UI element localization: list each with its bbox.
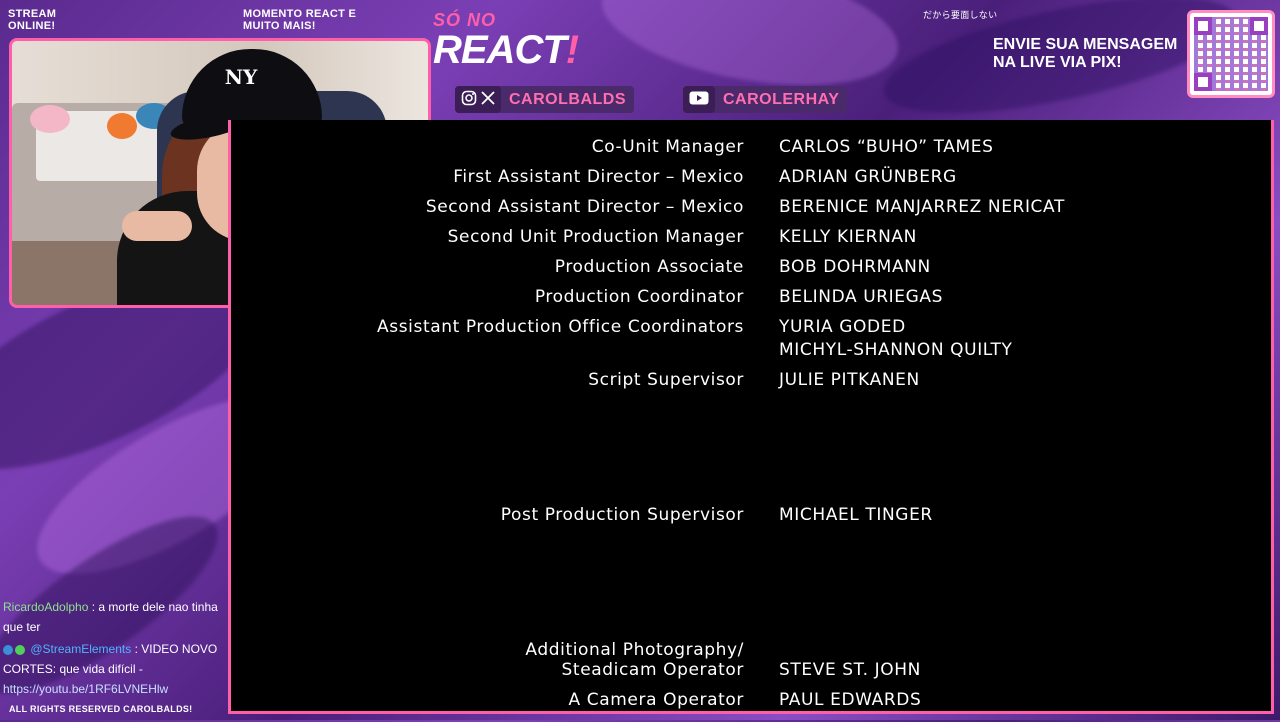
movie-credits-screen: Co-Unit Manager CARLOS “BUHO” TAMES Firs… — [228, 120, 1274, 714]
credit-role: Post Production Supervisor — [500, 505, 744, 525]
credit-name: BELINDA URIEGAS — [779, 287, 944, 307]
handle-label: CAROLBALDS — [509, 90, 626, 108]
instagram-icon — [461, 90, 477, 109]
credit-name: STEVE ST. JOHN — [779, 660, 921, 680]
credit-role: Production Coordinator — [534, 287, 744, 307]
chat-message: @StreamElements : VIDEO NOVO CORTES: que… — [3, 639, 218, 699]
pix-qr-code — [1187, 10, 1275, 98]
broadcaster-badge-icon — [3, 644, 13, 655]
chat-overlay: RicardoAdolpho : a morte dele nao tinha … — [3, 597, 218, 699]
logo-top-accent: NO — [467, 10, 497, 30]
tagline-label: MOMENTO REACT E MUITO MAIS! — [243, 8, 357, 32]
plush-toy — [107, 113, 137, 139]
logo-top-text: SÓ — [433, 10, 462, 30]
verified-badge-icon — [15, 644, 25, 655]
chat-link[interactable]: https://youtu.be/1RF6LVNEHlw — [3, 679, 218, 699]
pix-message: ENVIE SUA MENSAGEM NA LIVE VIA PIX! — [993, 36, 1178, 71]
credit-name: MICHAEL TINGER — [779, 505, 933, 525]
show-logo: SÓ NO REACT! — [433, 10, 579, 72]
x-icon — [481, 91, 495, 108]
credit-role: Additional Photography/ — [525, 640, 744, 660]
credit-role: Assistant Production Office Coordinators — [377, 317, 744, 337]
credit-name: ADRIAN GRÜNBERG — [779, 167, 957, 187]
credit-name: BERENICE MANJARREZ NERICAT — [779, 197, 1065, 217]
credit-role: Second Assistant Director – Mexico — [425, 197, 744, 217]
credit-name: PAUL EDWARDS — [779, 690, 922, 710]
handle-label: CAROLERHAY — [723, 90, 840, 108]
credit-role: Co-Unit Manager — [591, 137, 744, 157]
credit-role: Script Supervisor — [588, 370, 744, 390]
credit-role: Production Associate — [554, 257, 744, 277]
credit-name: MICHYL-SHANNON QUILTY — [779, 340, 1013, 360]
credit-name: BOB DOHRMANN — [779, 257, 931, 277]
chat-message: RicardoAdolpho : a morte dele nao tinha … — [3, 597, 218, 637]
credit-role: First Assistant Director – Mexico — [453, 167, 744, 187]
logo-main-accent: ! — [565, 28, 579, 72]
social-handle-carolerhay: CAROLERHAY — [683, 86, 848, 113]
youtube-icon — [689, 91, 709, 108]
social-handle-carolbalds: CAROLBALDS — [455, 86, 634, 113]
credit-name: KELLY KIERNAN — [779, 227, 917, 247]
cap-logo-icon: NY — [224, 65, 258, 89]
credit-role: A Camera Operator — [568, 690, 744, 710]
credit-role: Second Unit Production Manager — [447, 227, 744, 247]
credit-name: YURIA GODED — [779, 317, 906, 337]
plush-toy — [30, 105, 70, 133]
japanese-caption: だから要面しない — [923, 10, 998, 20]
chat-username: @StreamElements — [30, 642, 132, 656]
rights-footer: ALL RIGHTS RESERVED CAROLBALDS! — [9, 704, 193, 714]
stream-status-label: STREAM ONLINE! — [8, 8, 57, 32]
credit-name: JULIE PITKANEN — [779, 370, 920, 390]
logo-main-text: REACT — [433, 28, 567, 72]
credit-role: Steadicam Operator — [561, 660, 744, 680]
chat-username: RicardoAdolpho — [3, 600, 89, 614]
credit-name: CARLOS “BUHO” TAMES — [779, 137, 994, 157]
